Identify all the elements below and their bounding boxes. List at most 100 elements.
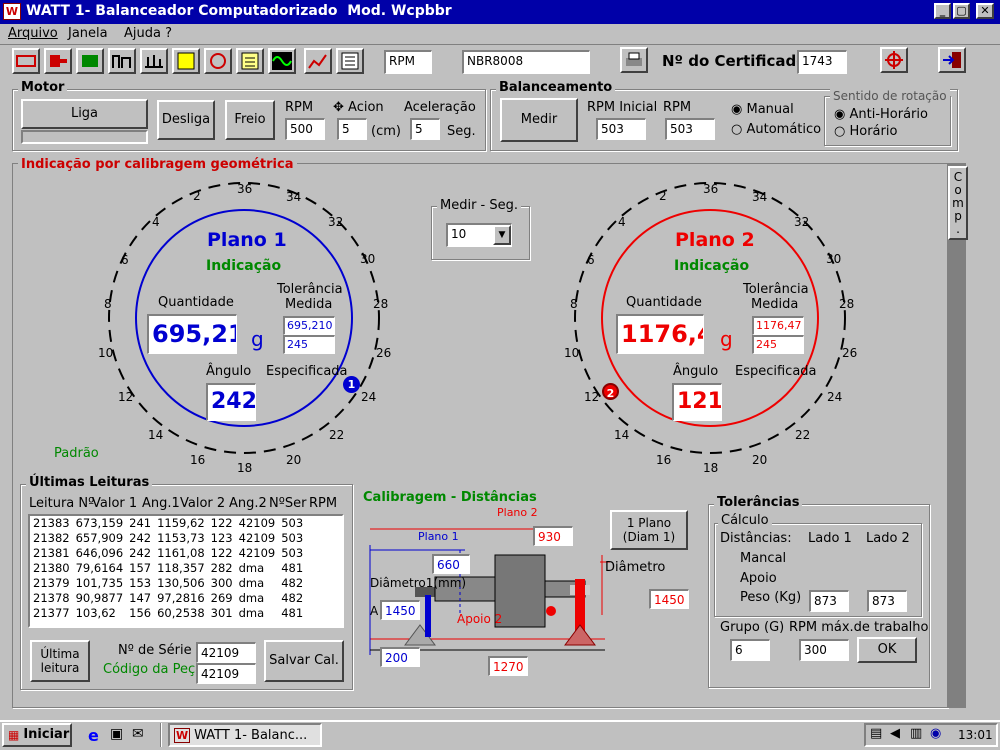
dial1-tick-8: 8: [104, 297, 112, 311]
table-row[interactable]: 21377 103,62 156 60,2538 301 dma 481: [30, 606, 306, 621]
peso1-input[interactable]: 873: [809, 590, 849, 612]
desktop-icon[interactable]: ▣: [110, 726, 123, 742]
radio-selected-icon: ◉: [731, 102, 743, 117]
menu-janela[interactable]: Janela: [68, 26, 108, 41]
dial1-tick-30: 30: [360, 252, 376, 266]
table-row[interactable]: 21379 101,735 153 130,506 300 dma 482: [30, 576, 306, 591]
acel-label: Aceleração: [404, 100, 476, 115]
liga-indicator: [21, 130, 148, 144]
plano2-dist-value[interactable]: 930: [533, 526, 573, 546]
acion-input[interactable]: 5: [337, 118, 367, 140]
toolbar-report-icon[interactable]: [236, 48, 264, 74]
liga-button[interactable]: Liga: [21, 99, 148, 129]
desliga-button[interactable]: Desliga: [157, 100, 215, 140]
toolbar-support-icon[interactable]: [108, 48, 136, 74]
readings-table[interactable]: 21383 673,159 241 1159,62 122 42109 503 21382 6…: [28, 514, 344, 628]
table-row[interactable]: 21378 90,9877 147 97,2816 269 dma 482: [30, 591, 306, 606]
anti-horario-radio[interactable]: ◉ Anti-Horário: [834, 107, 928, 122]
peso-label: Peso (Kg): [740, 590, 802, 605]
rpm-inicial-label: RPM Inicial: [587, 100, 658, 115]
dial1-tick-26: 26: [376, 346, 392, 360]
acel-input[interactable]: 5: [410, 118, 440, 140]
salvar-cal-button[interactable]: Salvar Cal.: [264, 640, 344, 682]
distancias-label: Distâncias:: [720, 531, 792, 546]
tray-device-icon[interactable]: ▥: [910, 726, 922, 741]
motor-rpm-input[interactable]: 500: [285, 118, 325, 140]
medir-button[interactable]: Medir: [500, 98, 578, 142]
table-row[interactable]: 21380 79,6164 157 118,357 282 dma 481: [30, 561, 306, 576]
dropdown-arrow-icon[interactable]: ▼: [493, 225, 511, 245]
close-button[interactable]: ✕: [976, 3, 994, 19]
outlook-icon[interactable]: ✉: [132, 726, 144, 742]
manual-radio[interactable]: ◉ Manual: [731, 102, 794, 117]
grupo-input[interactable]: 6: [730, 639, 770, 661]
padrao-label: Padrão: [54, 446, 99, 461]
toolbar-graph-icon[interactable]: [304, 48, 332, 74]
target-icon[interactable]: [880, 47, 908, 73]
plano1-quantidade-label: Quantidade: [158, 295, 234, 310]
dial2-tick-10: 10: [564, 346, 580, 360]
toolbar-bearing-icon[interactable]: [140, 48, 168, 74]
menu-ajuda[interactable]: Ajuda ?: [124, 26, 172, 41]
mancal-label: Mancal: [740, 551, 787, 566]
plano1-tol-especificada: 245: [283, 335, 335, 354]
minimize-button[interactable]: _: [934, 3, 951, 19]
plano1-especificada-label: Especificada: [266, 364, 348, 379]
plano1-tol-label1: Tolerância: [277, 282, 343, 297]
diam1-value[interactable]: 1450: [380, 600, 420, 620]
lado1-label: Lado 1: [808, 531, 852, 546]
table-row[interactable]: 21381 646,096 242 1161,08 122 42109 503: [30, 546, 306, 561]
dial2-tick-12: 12: [584, 390, 600, 404]
toolbar-notes-icon[interactable]: [172, 48, 200, 74]
dial1-tick-12: 12: [118, 390, 134, 404]
plano2-quantidade-label: Quantidade: [626, 295, 702, 310]
col-ang2: Ang.2: [229, 496, 267, 511]
tray-network-icon[interactable]: ▤: [870, 726, 882, 741]
dist-b-value[interactable]: 1270: [488, 656, 528, 676]
toolbar-wave-icon[interactable]: [268, 48, 296, 74]
grupo-label: Grupo (G): [720, 620, 785, 635]
toolbar-machine-icon[interactable]: [44, 48, 72, 74]
toolbar-list-icon[interactable]: [336, 48, 364, 74]
plano1-quantidade-value: 695,21: [147, 314, 237, 354]
menu-arquivo[interactable]: Arquivo: [8, 26, 58, 41]
toolbar-chip-icon[interactable]: [76, 48, 104, 74]
ie-icon[interactable]: e: [88, 726, 99, 745]
medir-seg-select[interactable]: 10 ▼: [446, 223, 512, 247]
comp-button[interactable]: Comp.: [948, 166, 968, 240]
dial1-tick-36: 36: [237, 182, 253, 196]
dial2-tick-34: 34: [752, 190, 768, 204]
horario-radio[interactable]: ○ Horário: [834, 124, 897, 139]
freio-button[interactable]: Freio: [225, 100, 275, 140]
um-plano-button[interactable]: 1 Plano (Diam 1): [610, 510, 688, 550]
dial2-tick-22: 22: [795, 428, 811, 442]
rpm-inicial-input: 503: [596, 118, 646, 140]
ok-button[interactable]: OK: [857, 637, 917, 663]
diametro-value[interactable]: 1450: [649, 589, 689, 609]
table-row[interactable]: 21383 673,159 241 1159,62 122 42109 503: [30, 516, 306, 531]
plano2-unit: g: [720, 327, 733, 351]
print-certificate-icon[interactable]: [620, 47, 648, 73]
indicacao-title: Indicação por calibragem geométrica: [18, 157, 297, 172]
dist-a-value[interactable]: 200: [380, 647, 420, 667]
ultima-leitura-button[interactable]: Última leitura: [30, 640, 90, 682]
tray-volume-icon[interactable]: ◀: [890, 726, 900, 741]
automatico-radio[interactable]: ○ Automático: [731, 122, 821, 137]
plano2-tol-especificada: 245: [752, 335, 804, 354]
table-row[interactable]: 21382 657,909 242 1153,73 123 42109 503: [30, 531, 306, 546]
task-watt[interactable]: W WATT 1- Balanc...: [168, 723, 322, 747]
plano2-angulo-value: 121: [672, 383, 722, 421]
balanc-rpm-label: RPM: [663, 100, 692, 115]
restore-button[interactable]: ▢: [953, 3, 970, 19]
tray-antivirus-icon[interactable]: ◉: [930, 726, 941, 741]
toolbar-rotation-icon[interactable]: [204, 48, 232, 74]
dial2-tick-20: 20: [752, 453, 768, 467]
start-button[interactable]: ▦ Iniciar: [2, 723, 72, 747]
peso2-input[interactable]: 873: [867, 590, 907, 612]
plano1-dist-value[interactable]: 660: [432, 554, 470, 574]
plano2-subtitle: Indicação: [674, 258, 750, 274]
rpm-max-input[interactable]: 300: [799, 639, 849, 661]
exit-icon[interactable]: [938, 47, 966, 73]
toolbar-rotor-icon[interactable]: [12, 48, 40, 74]
certificate-label: Nº do Certificado: [662, 52, 807, 70]
